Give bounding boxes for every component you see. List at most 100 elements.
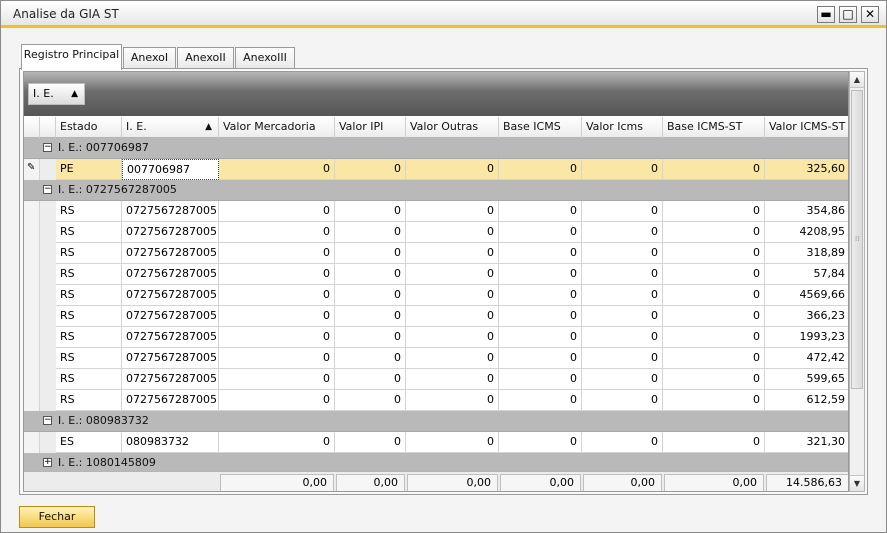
cell-base-icms[interactable]: 0 [499,201,582,222]
cell-estado[interactable]: RS [56,306,122,327]
cell-base-icms[interactable]: 0 [499,369,582,390]
table-row[interactable]: RS 0727567287005 0 0 0 0 0 0 57,84 [24,264,848,285]
cell-valor-mercadoria[interactable]: 0 [219,159,335,180]
cell-estado[interactable]: RS [56,243,122,264]
cell-valor-ipi[interactable]: 0 [335,222,406,243]
cell-valor-icms-st[interactable]: 472,42 [765,348,848,369]
cell-valor-mercadoria[interactable]: 0 [219,222,335,243]
cell-estado[interactable]: RS [56,201,122,222]
cell-valor-ipi[interactable]: 0 [335,285,406,306]
cell-valor-mercadoria[interactable]: 0 [219,306,335,327]
cell-valor-outras[interactable]: 0 [406,264,499,285]
cell-estado[interactable]: ES [56,432,122,453]
scrollbar-thumb[interactable]: ⁞⁞ [851,90,863,389]
cell-base-icms[interactable]: 0 [499,243,582,264]
column-header-valor-mercadoria[interactable]: Valor Mercadoria [219,117,335,138]
cell-estado[interactable]: RS [56,222,122,243]
cell-valor-mercadoria[interactable]: 0 [219,390,335,411]
cell-valor-icms-st[interactable]: 599,65 [765,369,848,390]
cell-base-icms[interactable]: 0 [499,306,582,327]
cell-valor-icms-st[interactable]: 321,30 [765,432,848,453]
row-indicator[interactable] [24,327,40,348]
minimize-button[interactable]: ▬ [817,6,835,23]
maximize-button[interactable]: □ [839,6,857,23]
cell-valor-outras[interactable]: 0 [406,285,499,306]
cell-valor-ipi[interactable]: 0 [335,432,406,453]
cell-base-icms[interactable]: 0 [499,159,582,180]
cell-ie[interactable]: 0727567287005 [122,285,219,306]
column-header-valor-icms[interactable]: Valor Icms [582,117,663,138]
cell-valor-mercadoria[interactable]: 0 [219,327,335,348]
cell-base-icms-st[interactable]: 0 [663,348,765,369]
cell-base-icms[interactable]: 0 [499,390,582,411]
cell-valor-icms[interactable]: 0 [582,348,663,369]
table-row[interactable]: RS 0727567287005 0 0 0 0 0 0 4569,66 [24,285,848,306]
cell-estado[interactable]: RS [56,348,122,369]
cell-base-icms[interactable]: 0 [499,327,582,348]
cell-valor-outras[interactable]: 0 [406,201,499,222]
cell-valor-ipi[interactable]: 0 [335,264,406,285]
table-row[interactable]: RS 0727567287005 0 0 0 0 0 0 1993,23 [24,327,848,348]
cell-valor-icms[interactable]: 0 [582,390,663,411]
column-header-valor-outras[interactable]: Valor Outras [406,117,499,138]
cell-ie[interactable]: 0727567287005 [122,327,219,348]
cell-base-icms[interactable]: 0 [499,222,582,243]
cell-valor-mercadoria[interactable]: 0 [219,348,335,369]
cell-base-icms-st[interactable]: 0 [663,432,765,453]
row-indicator[interactable] [24,264,40,285]
cell-valor-icms-st[interactable]: 354,86 [765,201,848,222]
tab-anexo-iii[interactable]: AnexoIII [235,47,295,69]
cell-valor-icms[interactable]: 0 [582,327,663,348]
expand-icon[interactable]: + [43,458,52,467]
cell-valor-icms-st[interactable]: 4208,95 [765,222,848,243]
cell-ie[interactable]: 080983732 [122,432,219,453]
cell-valor-mercadoria[interactable]: 0 [219,432,335,453]
cell-valor-icms-st[interactable]: 318,89 [765,243,848,264]
cell-valor-icms[interactable]: 0 [582,159,663,180]
cell-estado[interactable]: RS [56,264,122,285]
cell-valor-ipi[interactable]: 0 [335,159,406,180]
cell-base-icms-st[interactable]: 0 [663,159,765,180]
cell-valor-icms[interactable]: 0 [582,222,663,243]
collapse-icon[interactable]: − [43,185,52,194]
cell-ie[interactable]: 0727567287005 [122,369,219,390]
cell-valor-icms-st[interactable]: 4569,66 [765,285,848,306]
cell-base-icms-st[interactable]: 0 [663,264,765,285]
cell-estado[interactable]: PE [56,159,122,180]
tab-anexo-ii[interactable]: AnexoII [177,47,234,69]
column-header-valor-icms-st[interactable]: Valor ICMS-ST [765,117,848,138]
group-by-chip-ie[interactable]: I. E. ▲ [28,83,85,105]
table-row[interactable]: RS 0727567287005 0 0 0 0 0 0 354,86 [24,201,848,222]
cell-valor-outras[interactable]: 0 [406,306,499,327]
group-row[interactable]: − I. E.: 007706987 [24,138,848,159]
cell-valor-icms[interactable]: 0 [582,243,663,264]
row-indicator[interactable] [24,369,40,390]
cell-valor-mercadoria[interactable]: 0 [219,201,335,222]
cell-base-icms[interactable]: 0 [499,348,582,369]
tab-registro-principal[interactable]: Registro Principal [21,44,122,70]
cell-valor-outras[interactable]: 0 [406,369,499,390]
cell-valor-icms-st[interactable]: 57,84 [765,264,848,285]
cell-valor-ipi[interactable]: 0 [335,306,406,327]
row-indicator[interactable] [24,306,40,327]
table-row[interactable]: RS 0727567287005 0 0 0 0 0 0 366,23 [24,306,848,327]
cell-ie[interactable]: 0727567287005 [122,264,219,285]
table-row[interactable]: RS 0727567287005 0 0 0 0 0 0 4208,95 [24,222,848,243]
cell-valor-icms[interactable]: 0 [582,369,663,390]
cell-valor-outras[interactable]: 0 [406,390,499,411]
row-indicator[interactable] [24,243,40,264]
group-row[interactable]: − I. E.: 080983732 [24,411,848,432]
cell-valor-outras[interactable]: 0 [406,222,499,243]
cell-valor-icms-st[interactable]: 612,59 [765,390,848,411]
cell-valor-icms-st[interactable]: 325,60 [765,159,848,180]
column-header-valor-ipi[interactable]: Valor IPI [335,117,406,138]
cell-valor-outras[interactable]: 0 [406,327,499,348]
cell-base-icms-st[interactable]: 0 [663,369,765,390]
column-header-base-icms-st[interactable]: Base ICMS-ST [663,117,765,138]
table-row[interactable]: RS 0727567287005 0 0 0 0 0 0 599,65 [24,369,848,390]
cell-base-icms-st[interactable]: 0 [663,327,765,348]
table-row[interactable]: RS 0727567287005 0 0 0 0 0 0 318,89 [24,243,848,264]
cell-valor-icms[interactable]: 0 [582,306,663,327]
cell-valor-ipi[interactable]: 0 [335,369,406,390]
cell-valor-ipi[interactable]: 0 [335,201,406,222]
